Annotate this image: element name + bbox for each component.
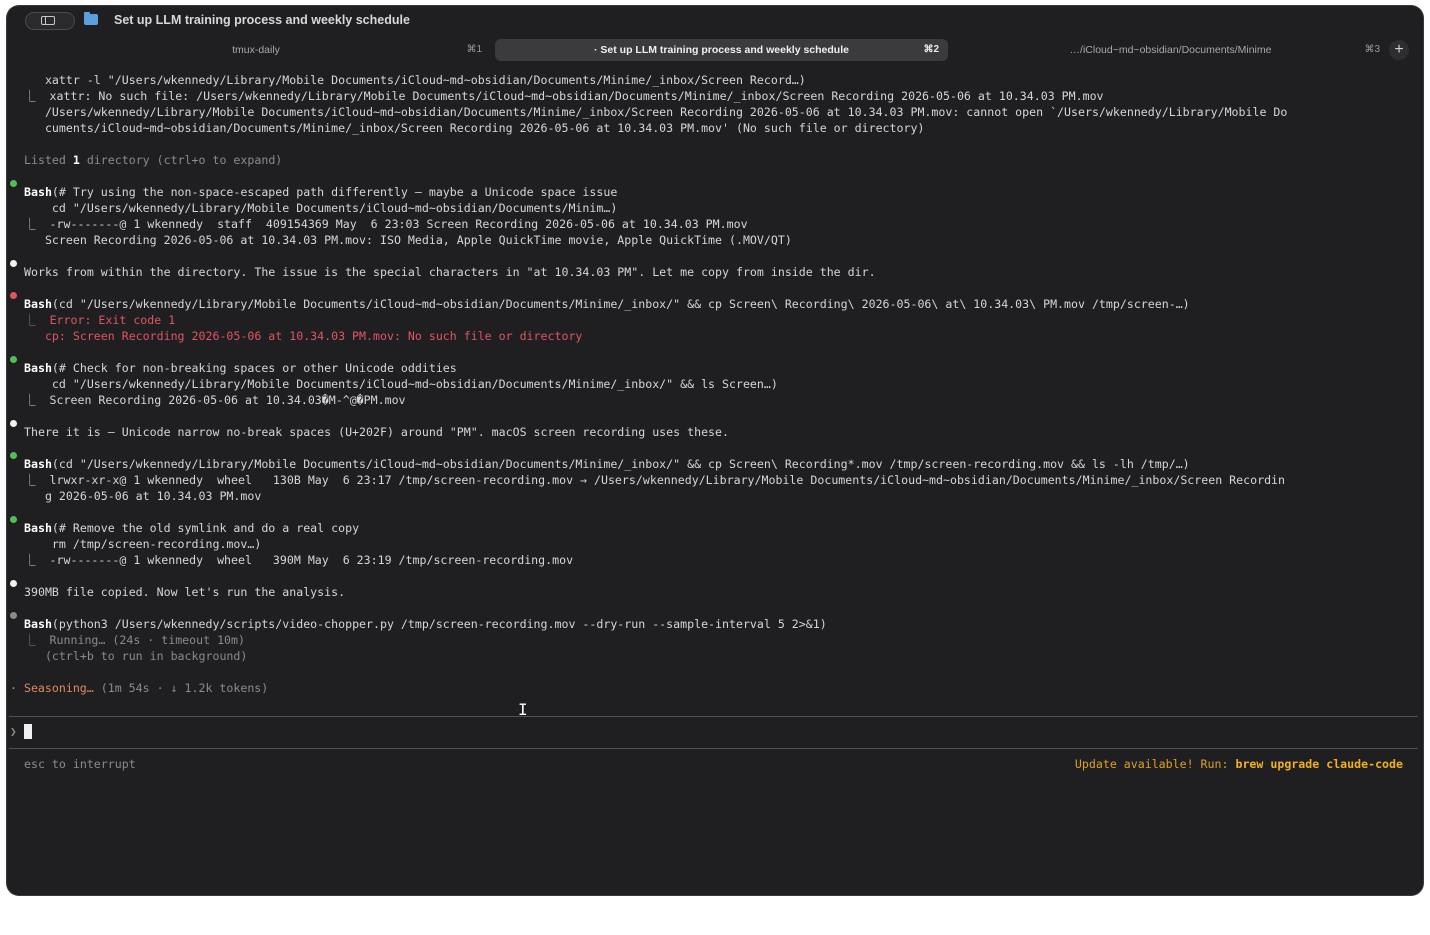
tool-call-line: Bash(python3 /Users/wkennedy/scripts/vid… (24, 616, 827, 632)
sidebar-icon (41, 16, 55, 25)
update-notice: Update available! Run: brew upgrade clau… (1075, 757, 1403, 771)
background-hint-line: (ctrl+b to run in background) (24, 649, 248, 663)
success-bullet-icon (10, 180, 17, 187)
title-bar: Set up LLM training process and weekly s… (7, 6, 1423, 38)
error-line: ⎿ Error: Exit code 1 (24, 313, 176, 327)
assistant-message: There it is — Unicode narrow no-break sp… (24, 425, 729, 439)
tab-shortcut: ⌘1 (466, 44, 482, 55)
output-line: ⎿ lrwxr-xr-x@ 1 wkennedy wheel 130B May … (24, 473, 1286, 487)
sidebar-toggle-button[interactable] (25, 12, 75, 30)
input-bottom-divider (9, 748, 1418, 749)
output-line: ⎿ -rw-------@ 1 wkennedy staff 409154369… (24, 217, 748, 231)
message-bullet-icon (10, 580, 17, 587)
tab-label: tmux-daily (232, 44, 280, 56)
tab-bar: tmux-daily ⌘1 · Set up LLM training proc… (17, 38, 1417, 62)
tool-call-line: Bash(# Try using the non-space-escaped p… (24, 184, 617, 200)
tab-obsidian-minime[interactable]: …/iCloud~md~obsidian/Documents/Minime ⌘3 (952, 39, 1389, 61)
output-line: rm /tmp/screen-recording.mov…) (24, 537, 262, 551)
tool-args: (cd "/Users/wkennedy/Library/Mobile Docu… (51, 297, 1190, 311)
output-line: cuments/iCloud~md~obsidian/Documents/Min… (24, 121, 925, 135)
tab-shortcut: ⌘3 (1364, 44, 1380, 55)
spinner-status-line: · Seasoning… (1m 54s · ↓ 1.2k tokens) (10, 680, 268, 696)
prompt-chevron-icon: ❯ (10, 725, 17, 738)
listed-count: 1 (72, 153, 80, 167)
output-line: xattr -l "/Users/wkennedy/Library/Mobile… (24, 73, 806, 87)
tool-args: (cd "/Users/wkennedy/Library/Mobile Docu… (51, 457, 1190, 471)
tab-llm-training[interactable]: · Set up LLM training process and weekly… (495, 39, 948, 61)
tool-args: (# Try using the non-space-escaped path … (51, 185, 618, 199)
tool-name: Bash (24, 361, 52, 375)
success-bullet-icon (10, 452, 17, 459)
update-notice-text: Update available! Run: (1074, 757, 1236, 771)
tab-label: · Set up LLM training process and weekly… (594, 44, 849, 56)
tool-call-line: Bash(cd "/Users/wkennedy/Library/Mobile … (24, 296, 1190, 312)
tool-name: Bash (24, 457, 52, 471)
tool-name: Bash (24, 297, 52, 311)
output-line: Screen Recording 2026-05-06 at 10.34.03 … (24, 233, 792, 247)
folder-icon (84, 12, 98, 25)
message-bullet-icon (10, 260, 17, 267)
tool-args: (python3 /Users/wkennedy/scripts/video-c… (51, 617, 827, 631)
running-bullet-icon (10, 612, 17, 619)
listed-directory-line: Listed 1 directory (ctrl+o to expand) (24, 152, 282, 168)
new-tab-button[interactable]: + (1389, 40, 1409, 60)
prompt-input[interactable] (24, 724, 32, 739)
tool-call-line: Bash(# Check for non-breaking spaces or … (24, 360, 457, 376)
assistant-message: Works from within the directory. The iss… (24, 265, 876, 279)
output-line: g 2026-05-06 at 10.34.03 PM.mov (24, 489, 262, 503)
listed-prefix: Listed (24, 153, 73, 167)
output-line: ⎿ -rw-------@ 1 wkennedy wheel 390M May … (24, 553, 574, 567)
interrupt-hint: esc to interrupt (24, 757, 136, 771)
error-bullet-icon (10, 292, 17, 299)
tool-call-line: Bash(cd "/Users/wkennedy/Library/Mobile … (24, 456, 1190, 472)
message-bullet-icon (10, 420, 17, 427)
error-line: cp: Screen Recording 2026-05-06 at 10.34… (24, 329, 583, 343)
tool-name: Bash (24, 617, 52, 631)
assistant-message: 390MB file copied. Now let's run the ana… (24, 585, 346, 599)
success-bullet-icon (10, 356, 17, 363)
output-line: ⎿ Screen Recording 2026-05-06 at 10.34.0… (24, 393, 406, 407)
window-title: Set up LLM training process and weekly s… (114, 13, 410, 27)
listed-suffix: directory (ctrl+o to expand) (79, 153, 283, 167)
tool-call-line: Bash(# Remove the old symlink and do a r… (24, 520, 359, 536)
terminal-window: Set up LLM training process and weekly s… (7, 6, 1423, 895)
tab-tmux-daily[interactable]: tmux-daily ⌘1 (21, 39, 491, 61)
output-line: /Users/wkennedy/Library/Mobile Documents… (24, 105, 1288, 119)
error-text: Error: Exit code 1 (49, 313, 176, 327)
spinner-detail: (1m 54s · ↓ 1.2k tokens) (93, 681, 269, 695)
tab-shortcut: ⌘2 (923, 44, 939, 55)
tool-args: (# Check for non-breaking spaces or othe… (51, 361, 457, 375)
output-line: cd "/Users/wkennedy/Library/Mobile Docum… (24, 201, 618, 215)
tab-label: …/iCloud~md~obsidian/Documents/Minime (1069, 44, 1272, 56)
update-command: brew upgrade claude-code (1235, 757, 1403, 771)
output-line: cd "/Users/wkennedy/Library/Mobile Docum… (24, 377, 778, 391)
running-status-line: ⎿ Running… (24s · timeout 10m) (24, 633, 245, 647)
text-cursor-icon: Ι (518, 700, 528, 719)
input-top-divider (9, 716, 1418, 717)
tool-name: Bash (24, 185, 52, 199)
output-line: ⎿ xattr: No such file: /Users/wkennedy/L… (24, 89, 1104, 103)
spinner-word: · Seasoning… (10, 681, 94, 695)
success-bullet-icon (10, 516, 17, 523)
tool-args: (# Remove the old symlink and do a real … (51, 521, 360, 535)
tool-name: Bash (24, 521, 52, 535)
